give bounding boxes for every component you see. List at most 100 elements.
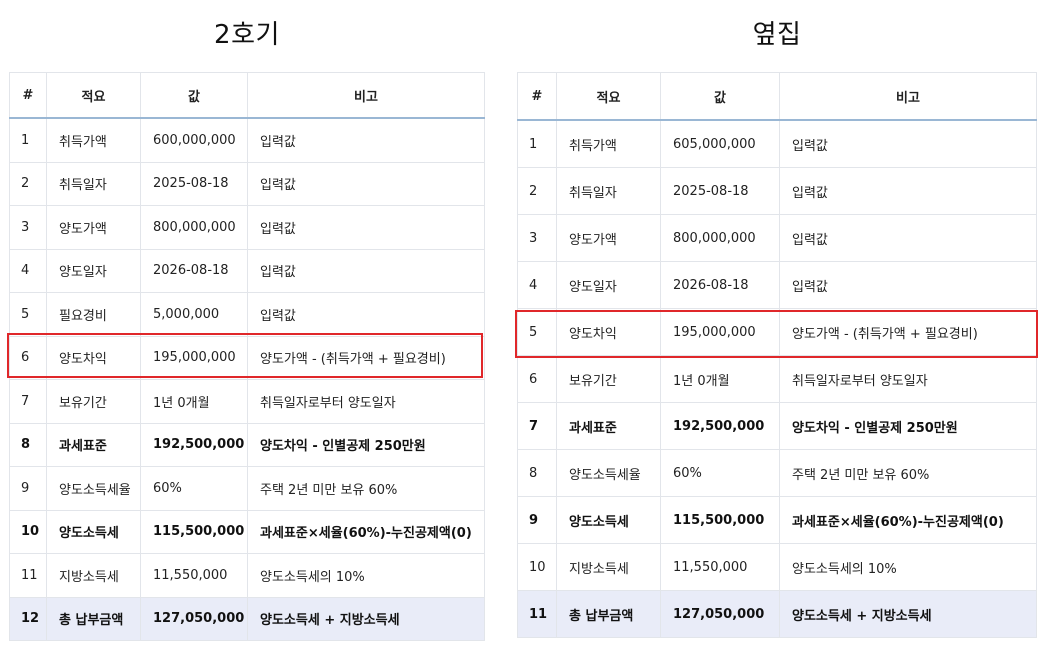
row-item: 양도소득세 — [46, 509, 141, 554]
col-header-note: 비고 — [779, 72, 1037, 121]
table-row: 9 양도소득세율 60% 주택 2년 미만 보유 60% — [9, 466, 485, 511]
row-value: 11,550,000 — [140, 553, 248, 598]
table-row: 11 지방소득세 11,550,000 양도소득세의 10% — [9, 553, 485, 598]
row-value: 2025-08-18 — [140, 161, 248, 206]
row-note: 입력값 — [247, 248, 485, 293]
table-row: 8 양도소득세율 60% 주택 2년 미만 보유 60% — [517, 449, 1037, 497]
row-number: 9 — [9, 466, 47, 511]
row-item: 과세표준 — [556, 402, 661, 450]
row-number: 12 — [9, 596, 47, 641]
row-note: 입력값 — [247, 205, 485, 250]
row-value: 2026-08-18 — [660, 261, 780, 309]
panel-title: 2호기 — [214, 20, 280, 50]
table-row: 1 취득가액 600,000,000 입력값 — [9, 117, 485, 163]
row-number: 6 — [9, 335, 47, 380]
row-item: 필요경비 — [46, 292, 141, 337]
tax-table: # 적요 값 비고 1 취득가액 605,000,000 입력값 2 취득일자 … — [517, 72, 1037, 638]
row-item: 지방소득세 — [556, 543, 661, 591]
row-item: 취득가액 — [46, 117, 141, 163]
row-value: 11,550,000 — [660, 543, 780, 591]
row-value: 60% — [660, 449, 780, 497]
row-number: 5 — [517, 308, 557, 356]
row-note: 양도소득세의 10% — [779, 543, 1037, 591]
row-note: 취득일자로부터 양도일자 — [779, 355, 1037, 403]
row-note: 취득일자로부터 양도일자 — [247, 379, 485, 424]
table-row-highlighted: 6 양도차익 195,000,000 양도가액 - (취득가액 + 필요경비) — [9, 335, 485, 380]
table-row: 3 양도가액 800,000,000 입력값 — [9, 205, 485, 250]
col-header-number: # — [9, 72, 47, 119]
row-note: 양도소득세 + 지방소득세 — [247, 596, 485, 641]
row-number: 6 — [517, 355, 557, 403]
row-value: 5,000,000 — [140, 292, 248, 337]
row-number: 8 — [517, 449, 557, 497]
right-panel: 옆집 # 적요 값 비고 1 취득가액 605,000,000 입력값 2 취득… — [517, 0, 1037, 638]
col-header-value: 값 — [140, 72, 248, 119]
row-value: 195,000,000 — [660, 308, 780, 356]
row-number: 11 — [9, 553, 47, 598]
row-note: 입력값 — [247, 161, 485, 206]
row-number: 1 — [9, 117, 47, 163]
row-value: 1년 0개월 — [140, 379, 248, 424]
table-row: 4 양도일자 2026-08-18 입력값 — [9, 248, 485, 293]
row-number: 3 — [9, 205, 47, 250]
row-number: 10 — [517, 543, 557, 591]
table-row-bold: 7 과세표준 192,500,000 양도차익 - 인별공제 250만원 — [517, 402, 1037, 450]
row-note: 입력값 — [779, 214, 1037, 262]
row-number: 8 — [9, 422, 47, 467]
row-number: 2 — [517, 167, 557, 215]
table-row-bold: 8 과세표준 192,500,000 양도차익 - 인별공제 250만원 — [9, 422, 485, 467]
row-item: 보유기간 — [46, 379, 141, 424]
table-row: 5 필요경비 5,000,000 입력값 — [9, 292, 485, 337]
row-value: 1년 0개월 — [660, 355, 780, 403]
row-value: 115,500,000 — [660, 496, 780, 544]
row-note: 과세표준×세율(60%)-누진공제액(0) — [247, 509, 485, 554]
row-note: 양도가액 - (취득가액 + 필요경비) — [779, 308, 1037, 356]
table-row-total: 12 총 납부금액 127,050,000 양도소득세 + 지방소득세 — [9, 596, 485, 641]
row-value: 2025-08-18 — [660, 167, 780, 215]
table-row-bold: 9 양도소득세 115,500,000 과세표준×세율(60%)-누진공제액(0… — [517, 496, 1037, 544]
row-item: 양도가액 — [556, 214, 661, 262]
table-row: 1 취득가액 605,000,000 입력값 — [517, 119, 1037, 168]
row-value: 192,500,000 — [660, 402, 780, 450]
table-row: 4 양도일자 2026-08-18 입력값 — [517, 261, 1037, 309]
row-note: 양도차익 - 인별공제 250만원 — [247, 422, 485, 467]
row-item: 양도가액 — [46, 205, 141, 250]
row-number: 3 — [517, 214, 557, 262]
row-note: 양도차익 - 인별공제 250만원 — [779, 402, 1037, 450]
table-row-highlighted: 5 양도차익 195,000,000 양도가액 - (취득가액 + 필요경비) — [517, 308, 1037, 356]
row-item: 양도차익 — [556, 308, 661, 356]
row-note: 입력값 — [779, 119, 1037, 168]
row-number: 1 — [517, 119, 557, 168]
col-header-note: 비고 — [247, 72, 485, 119]
table-row-bold: 10 양도소득세 115,500,000 과세표준×세율(60%)-누진공제액(… — [9, 509, 485, 554]
row-item: 지방소득세 — [46, 553, 141, 598]
row-value: 60% — [140, 466, 248, 511]
row-note: 입력값 — [779, 261, 1037, 309]
table-row: 10 지방소득세 11,550,000 양도소득세의 10% — [517, 543, 1037, 591]
row-number: 11 — [517, 590, 557, 638]
row-note: 입력값 — [779, 167, 1037, 215]
row-item: 취득가액 — [556, 119, 661, 168]
row-item: 취득일자 — [46, 161, 141, 206]
row-value: 600,000,000 — [140, 117, 248, 163]
row-note: 양도소득세 + 지방소득세 — [779, 590, 1037, 638]
row-item: 양도일자 — [556, 261, 661, 309]
row-note: 입력값 — [247, 292, 485, 337]
col-header-number: # — [517, 72, 557, 121]
row-value: 115,500,000 — [140, 509, 248, 554]
row-item: 과세표준 — [46, 422, 141, 467]
row-number: 7 — [517, 402, 557, 450]
row-number: 4 — [517, 261, 557, 309]
panel-title: 옆집 — [752, 20, 802, 50]
row-note: 과세표준×세율(60%)-누진공제액(0) — [779, 496, 1037, 544]
row-number: 10 — [9, 509, 47, 554]
table-header-row: # 적요 값 비고 — [9, 72, 485, 119]
table-header-row: # 적요 값 비고 — [517, 72, 1037, 121]
row-note: 양도가액 - (취득가액 + 필요경비) — [247, 335, 485, 380]
row-value: 192,500,000 — [140, 422, 248, 467]
row-item: 양도일자 — [46, 248, 141, 293]
table-row: 3 양도가액 800,000,000 입력값 — [517, 214, 1037, 262]
row-number: 7 — [9, 379, 47, 424]
row-item: 양도소득세 — [556, 496, 661, 544]
row-item: 양도소득세율 — [46, 466, 141, 511]
